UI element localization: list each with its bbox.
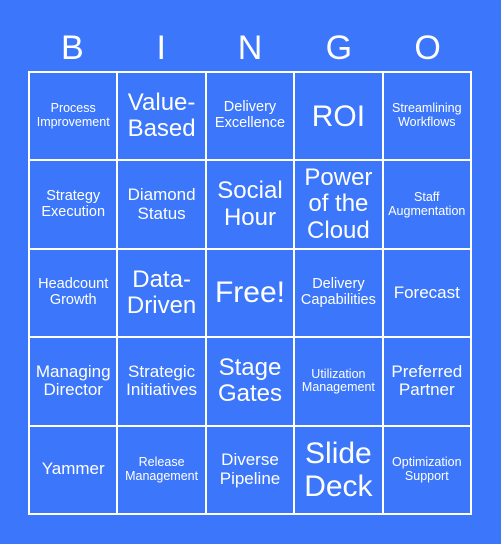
bingo-cell[interactable]: Streamlining Workflows	[382, 72, 471, 161]
header-letter-b: B	[61, 29, 84, 67]
bingo-cell[interactable]: Managing Director	[29, 337, 118, 426]
bingo-cell[interactable]: Value-Based	[117, 72, 206, 161]
bingo-cell[interactable]: Power of the Cloud	[294, 160, 383, 249]
bingo-cell[interactable]: Staff Augmentation	[382, 160, 471, 249]
free-space-cell[interactable]: Free!	[205, 248, 295, 338]
bingo-cell[interactable]: Diverse Pipeline	[205, 425, 295, 514]
bingo-header: B I N G O	[28, 26, 472, 70]
bingo-cell[interactable]: Delivery Capabilities	[294, 248, 383, 338]
bingo-cell[interactable]: Yammer	[29, 425, 118, 514]
header-letter-g: G	[325, 29, 353, 67]
bingo-cell[interactable]: Optimization Support	[382, 425, 471, 514]
header-letter-i: I	[156, 29, 166, 67]
bingo-cell[interactable]: Diamond Status	[117, 160, 206, 249]
bingo-cell[interactable]: Slide Deck	[294, 425, 383, 514]
bingo-cell[interactable]: Data-Driven	[117, 248, 206, 338]
bingo-cell[interactable]: Stage Gates	[205, 337, 295, 426]
bingo-cell[interactable]: Delivery Excellence	[205, 72, 295, 161]
bingo-cell[interactable]: Social Hour	[205, 160, 295, 249]
bingo-cell[interactable]: Headcount Growth	[29, 248, 118, 338]
bingo-cell[interactable]: Strategy Execution	[29, 160, 118, 249]
bingo-cell[interactable]: Forecast	[382, 248, 471, 338]
header-letter-n: N	[237, 29, 263, 67]
bingo-cell[interactable]: ROI	[294, 72, 383, 161]
bingo-cell[interactable]: Preferred Partner	[382, 337, 471, 426]
bingo-cell[interactable]: Release Management	[117, 425, 206, 514]
header-letter-o: O	[414, 29, 441, 67]
bingo-cell[interactable]: Utilization Management	[294, 337, 383, 426]
bingo-cell[interactable]: Strategic Initiatives	[117, 337, 206, 426]
bingo-cell[interactable]: Process Improvement	[29, 72, 118, 161]
bingo-card-grid: Process Improvement Value-Based Delivery E…	[28, 71, 472, 515]
